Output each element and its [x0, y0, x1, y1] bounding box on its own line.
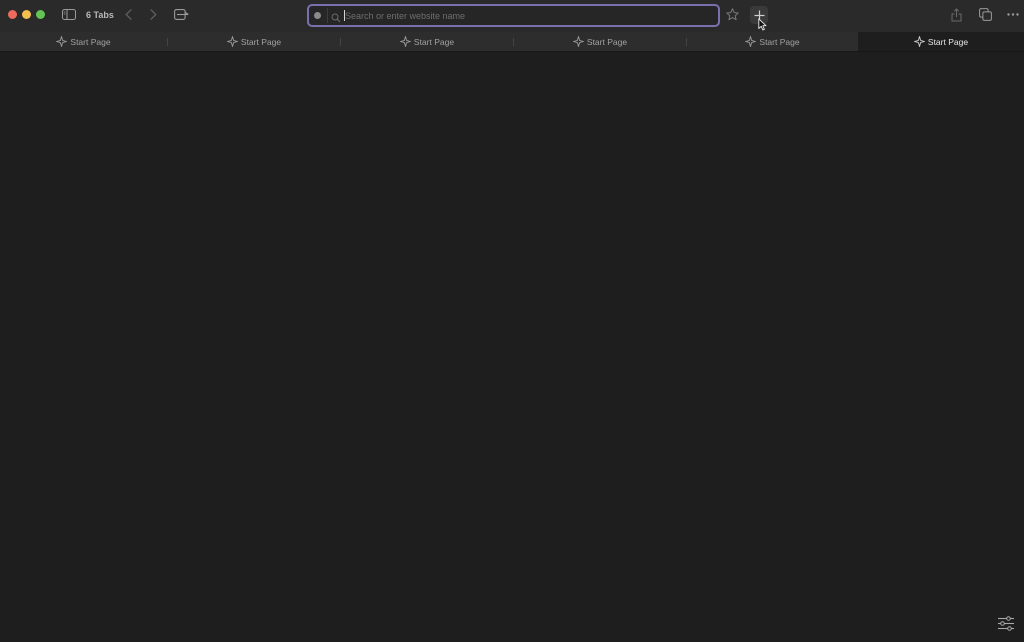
minimize-window-button[interactable] [22, 10, 31, 19]
customize-start-page-button[interactable] [996, 614, 1016, 632]
privacy-report-icon[interactable] [314, 12, 321, 19]
sliders-icon [997, 615, 1015, 631]
mouse-pointer-icon [758, 18, 767, 36]
tab-label: Start Page [240, 36, 282, 47]
text-cursor [344, 10, 345, 21]
tab-count-label[interactable]: 6 Tabs [86, 9, 114, 21]
tab-bar: Start Page Start Page Start Page Start P… [0, 32, 1024, 52]
sparkle-icon [56, 36, 68, 47]
share-icon[interactable] [950, 7, 963, 22]
zoom-window-button[interactable] [36, 10, 45, 19]
sparkle-icon [399, 36, 411, 47]
tab-label: Start Page [927, 36, 969, 47]
tab-label: Start Page [413, 36, 455, 47]
tab-start-page[interactable]: Start Page [514, 32, 686, 51]
sparkle-icon [572, 36, 584, 47]
tab-label: Start Page [70, 36, 111, 47]
sidebar-icon[interactable] [61, 8, 76, 21]
tab-start-page[interactable]: Start Page [0, 32, 167, 51]
tab-start-page[interactable]: Start Page [687, 32, 858, 51]
address-input[interactable] [343, 7, 713, 24]
toolbar: 6 Tabs [0, 0, 1024, 32]
chevron-right-icon[interactable] [147, 8, 159, 21]
tab-label: Start Page [586, 36, 628, 47]
tabs-icon[interactable] [978, 7, 993, 22]
start-page-content [0, 52, 1024, 642]
tab-start-page-active[interactable]: Start Page [858, 32, 1024, 51]
chevron-left-icon[interactable] [122, 8, 134, 21]
sparkle-icon [226, 36, 238, 47]
search-icon [331, 10, 341, 28]
tab-label: Start Page [759, 36, 800, 47]
address-divider [327, 8, 328, 23]
close-window-button[interactable] [8, 10, 17, 19]
star-icon[interactable] [725, 7, 740, 22]
sparkle-icon [913, 36, 925, 47]
sparkle-icon [745, 36, 757, 47]
more-icon[interactable] [1006, 10, 1020, 19]
browser-window: 6 Tabs Search or enter website name Star… [0, 0, 1024, 642]
tab-overview-icon[interactable] [173, 8, 189, 21]
address-bar[interactable] [307, 4, 720, 27]
tab-start-page[interactable]: Start Page [168, 32, 340, 51]
tab-start-page[interactable]: Start Page [341, 32, 513, 51]
